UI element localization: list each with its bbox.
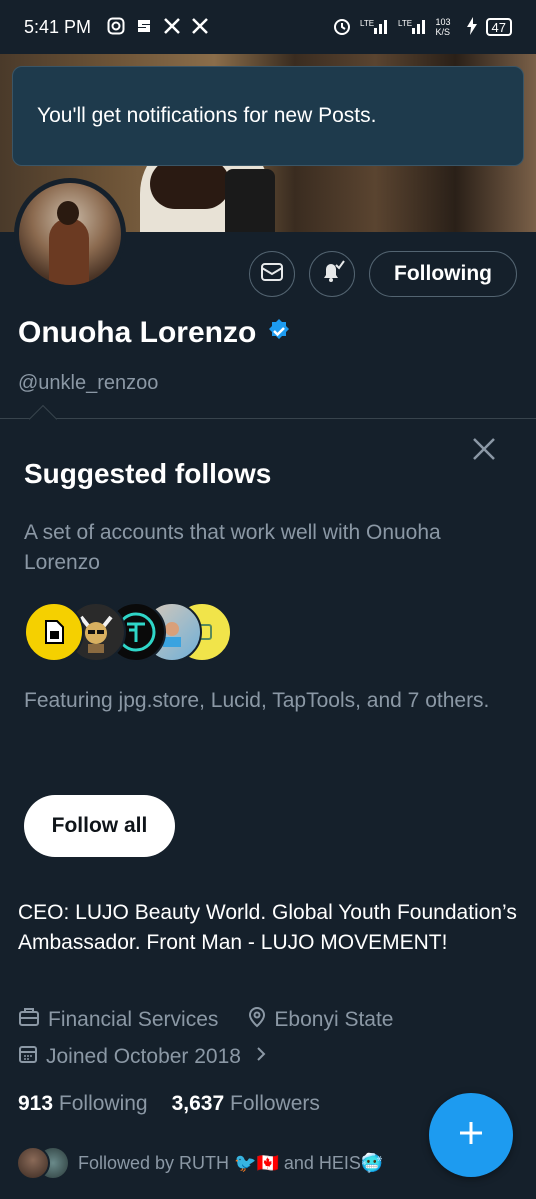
profile-name-row: Onuoha Lorenzo	[18, 316, 292, 350]
suggestion-pointer	[28, 404, 58, 434]
toast-message: You'll get notifications for new Posts.	[37, 104, 377, 127]
battery-level: 47	[491, 19, 506, 35]
jpg-store-avatar	[24, 602, 84, 662]
system-icons: LTE LTE 103 K/S 47	[332, 16, 512, 39]
suggested-follows-title: Suggested follows	[24, 458, 272, 489]
followed-by-row[interactable]: Followed by RUTH 🐦🇨🇦 and HEIS🥶	[16, 1146, 383, 1180]
following-button[interactable]: Following	[369, 251, 517, 297]
briefcase-icon	[18, 1007, 40, 1033]
profile-joined-row[interactable]: Joined October 2018	[18, 1044, 267, 1070]
followers-label: Followers	[230, 1092, 320, 1115]
s-app-icon	[135, 17, 153, 38]
instagram-icon	[107, 17, 125, 38]
notification-toast: You'll get notifications for new Posts.	[12, 66, 524, 166]
plus-icon	[457, 1119, 485, 1152]
location-icon	[248, 1006, 266, 1034]
signal-icon: LTE	[360, 18, 390, 37]
calendar-icon	[18, 1044, 38, 1070]
avatar	[16, 1146, 50, 1180]
following-count: 913	[18, 1092, 54, 1115]
status-time: 5:41 PM	[24, 16, 92, 37]
status-bar: 5:41 PM LTE LTE 103 K/S 47	[0, 0, 536, 54]
divider	[0, 418, 536, 419]
avatar-figure	[49, 218, 89, 285]
follow-all-button[interactable]: Follow all	[24, 795, 175, 857]
suggested-featuring-text: Featuring jpg.store, Lucid, TapTools, an…	[24, 689, 490, 712]
message-button[interactable]	[249, 251, 295, 297]
followed-by-avatars	[16, 1146, 70, 1180]
suggested-follows-description: A set of accounts that work well with On…	[24, 521, 441, 574]
profile-handle: @unkle_renzoo	[18, 372, 159, 394]
notification-icons	[107, 17, 209, 38]
profile-name: Onuoha Lorenzo	[18, 316, 257, 349]
chevron-right-icon	[255, 1045, 267, 1069]
alarm-icon	[332, 16, 352, 39]
suggested-avatars[interactable]	[24, 602, 244, 662]
signal-icon: LTE	[398, 18, 428, 37]
x-icon	[191, 17, 209, 38]
svg-text:LTE: LTE	[398, 19, 412, 28]
verified-badge-icon[interactable]	[266, 318, 292, 349]
following-label: Following	[58, 1092, 148, 1115]
compose-post-button[interactable]	[429, 1093, 513, 1177]
profile-joined-date: Joined October 2018	[46, 1045, 241, 1068]
profile-avatar[interactable]	[14, 178, 126, 290]
profile-bio: CEO: LUJO Beauty World. Global Youth Fou…	[18, 901, 517, 954]
battery-icon: 47	[485, 18, 512, 36]
charging-icon	[466, 16, 478, 38]
bell-check-icon	[319, 259, 345, 290]
x-icon	[163, 17, 181, 38]
following-stat[interactable]: 913 Following	[18, 1092, 148, 1116]
speed-indicator: 103 K/S	[435, 17, 451, 37]
followers-count: 3,637	[171, 1092, 225, 1115]
notifications-button[interactable]	[309, 251, 355, 297]
svg-text:LTE: LTE	[360, 19, 374, 28]
followers-stat[interactable]: 3,637 Followers	[172, 1092, 320, 1116]
envelope-icon	[260, 262, 284, 287]
close-suggestions-button[interactable]	[470, 435, 498, 463]
followed-by-text: Followed by RUTH 🐦🇨🇦 and HEIS🥶	[78, 1152, 384, 1173]
banner-photo-shape	[225, 169, 275, 232]
close-icon	[470, 438, 498, 467]
profile-meta-row: Financial Services Ebonyi State	[18, 1006, 394, 1034]
profile-location: Ebonyi State	[274, 1008, 394, 1031]
avatar-photo	[19, 183, 121, 285]
profile-category[interactable]: Financial Services	[48, 1008, 218, 1032]
avatar-figure	[57, 201, 79, 225]
banner-photo-shape	[150, 159, 230, 209]
follow-stats: 913 Following 3,637 Followers	[18, 1092, 320, 1116]
